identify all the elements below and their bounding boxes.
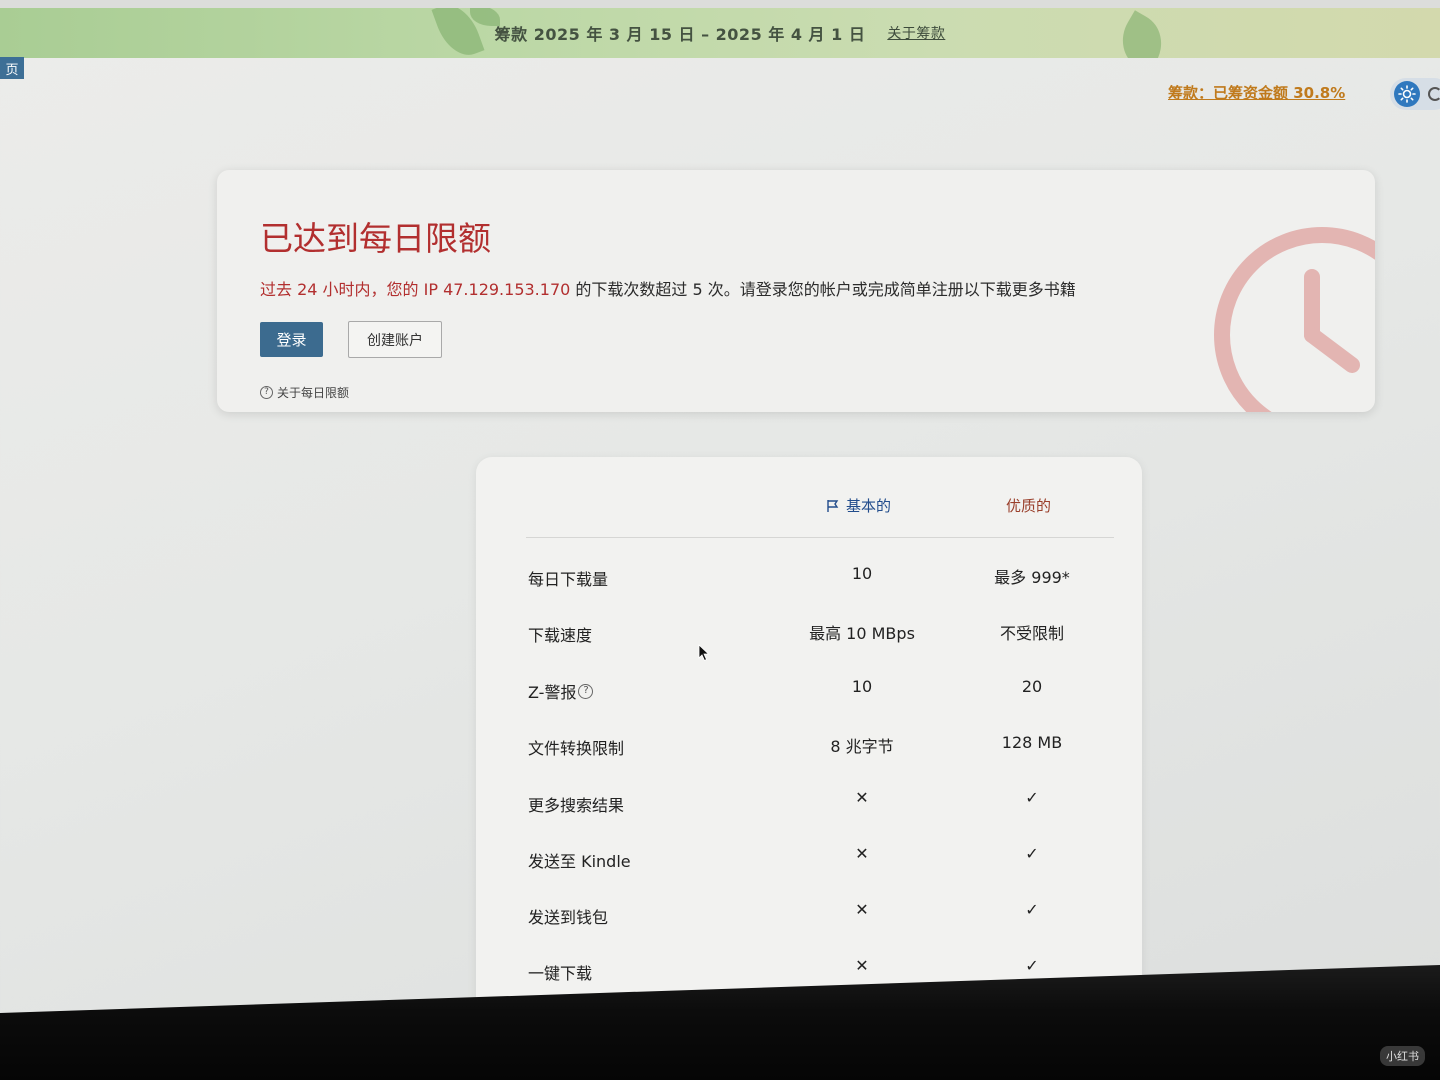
leaf-decoration-icon	[1110, 10, 1174, 58]
row-label: 下载速度	[528, 626, 593, 645]
moon-icon	[1428, 87, 1440, 101]
check-icon: ✓	[1025, 788, 1039, 807]
premium-value: 128 MB	[1001, 733, 1063, 752]
help-icon: ?	[260, 386, 273, 399]
row-label: 发送至 Kindle	[528, 852, 631, 871]
watermark: 小红书	[1380, 1046, 1425, 1066]
row-label: 文件转换限制	[528, 739, 625, 758]
table-row: Z-警报 ? 10 20	[476, 677, 1142, 707]
basic-plan-label: 基本的	[846, 497, 892, 515]
table-row: 更多搜索结果 ✕ ✓	[476, 790, 1142, 820]
page-title: 已达到每日限额	[260, 219, 491, 258]
help-icon[interactable]: ?	[578, 683, 594, 699]
leaf-decoration-icon	[470, 8, 500, 26]
clock-icon	[1214, 227, 1375, 412]
fundraising-banner: 筹款 2025 年 3 月 15 日 – 2025 年 4 月 1 日 关于筹款	[0, 8, 1440, 58]
check-icon: ✓	[1025, 956, 1039, 975]
check-icon: ✓	[1025, 844, 1039, 863]
about-daily-limit-link[interactable]: ? 关于每日限额	[260, 384, 349, 401]
cross-icon: ✕	[855, 844, 869, 863]
limit-message: 过去 24 小时内，您的 IP 47.129.153.170 的下载次数超过 5…	[260, 276, 1076, 300]
table-row: 文件转换限制 8 兆字节 128 MB	[476, 733, 1142, 763]
limit-message-ip: 过去 24 小时内，您的 IP 47.129.153.170	[260, 280, 571, 299]
row-label: Z-警报	[528, 683, 577, 702]
table-divider	[526, 537, 1114, 538]
plan-comparison-table: 基本的 优质的 每日下载量 10 最多 999* 下载速度 最高 10 MBps…	[476, 457, 1142, 1017]
row-label: 发送到钱包	[528, 908, 609, 927]
basic-value: 10	[851, 677, 873, 696]
cross-icon: ✕	[855, 788, 869, 807]
row-label: 一键下载	[528, 964, 593, 983]
about-daily-limit-label: 关于每日限额	[277, 386, 350, 400]
login-button[interactable]: 登录	[260, 322, 323, 357]
top-edge	[0, 0, 1440, 8]
mouse-pointer-icon	[698, 644, 710, 662]
premium-value: 不受限制	[999, 624, 1065, 643]
row-label: 更多搜索结果	[528, 796, 625, 815]
premium-value: 20	[1021, 677, 1043, 696]
table-row: 发送至 Kindle ✕ ✓	[476, 846, 1142, 876]
row-label: 每日下载量	[528, 570, 609, 589]
cross-icon: ✕	[855, 956, 869, 975]
about-fundraising-link[interactable]: 关于筹款	[887, 23, 945, 43]
basic-value: 10	[851, 564, 873, 583]
flag-icon	[827, 499, 839, 512]
home-tab[interactable]: 页	[0, 57, 24, 79]
basic-value: 8 兆字节	[830, 737, 894, 756]
check-icon: ✓	[1025, 900, 1039, 919]
basic-value: 最高 10 MBps	[809, 624, 915, 643]
create-account-button[interactable]: 创建账户	[348, 321, 442, 358]
table-row: 下载速度 最高 10 MBps 不受限制	[476, 620, 1142, 650]
row-label-with-help: Z-警报 ?	[528, 679, 594, 703]
premium-value: 最多 999*	[994, 568, 1070, 587]
theme-toggle[interactable]	[1390, 78, 1440, 110]
basic-plan-header: 基本的	[826, 495, 891, 516]
premium-plan-header: 优质的	[1006, 497, 1052, 515]
limit-message-rest: 的下载次数超过 5 次。请登录您的帐户或完成简单注册以下载更多书籍	[570, 280, 1076, 299]
table-row: 发送到钱包 ✕ ✓	[476, 902, 1142, 932]
daily-limit-card: 已达到每日限额 过去 24 小时内，您的 IP 47.129.153.170 的…	[217, 170, 1375, 412]
cross-icon: ✕	[855, 900, 869, 919]
banner-text: 筹款 2025 年 3 月 15 日 – 2025 年 4 月 1 日	[494, 25, 866, 44]
fundraising-progress-link[interactable]: 筹款：已筹资金额 30.8%	[1168, 82, 1345, 103]
sun-icon	[1394, 81, 1420, 107]
table-row: 每日下载量 10 最多 999*	[476, 564, 1142, 594]
